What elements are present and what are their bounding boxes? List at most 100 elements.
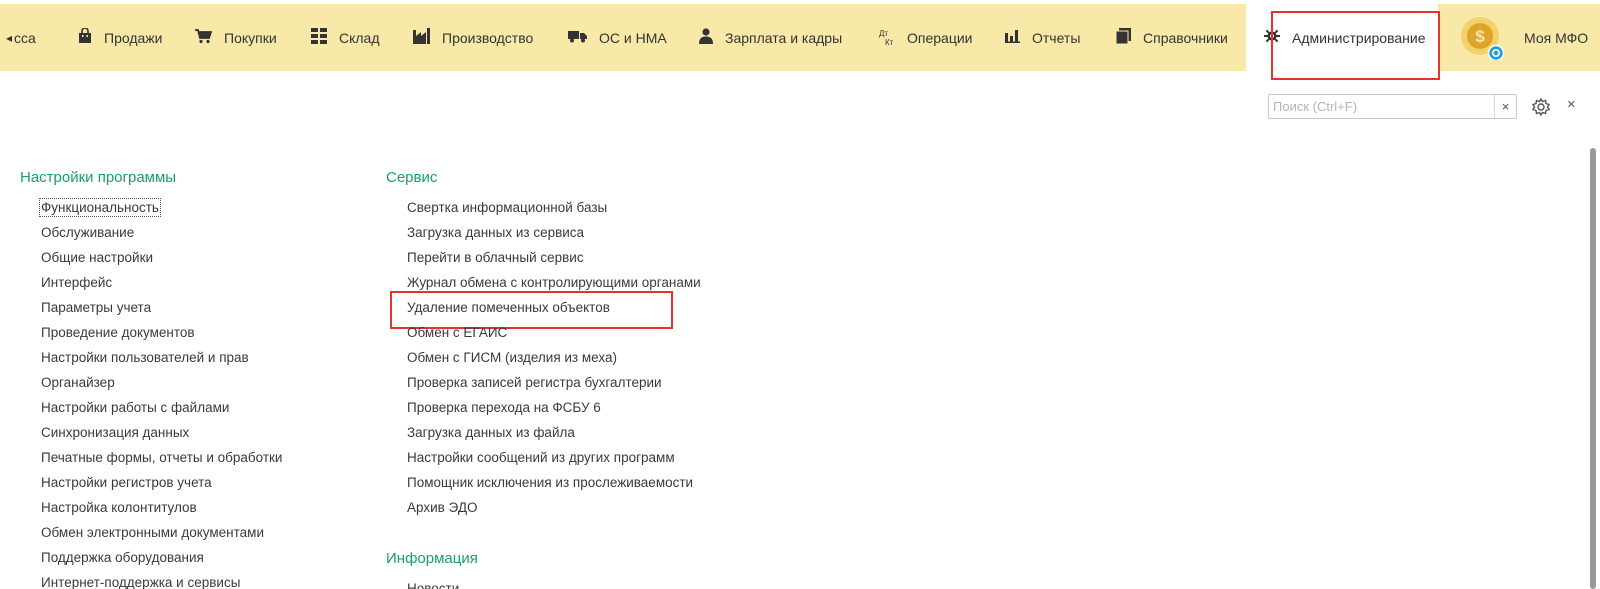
menu-link[interactable]: Перейти в облачный сервис <box>407 249 701 274</box>
person-icon <box>699 28 713 47</box>
menu-link-label: Свертка информационной базы <box>407 200 608 215</box>
menu-link[interactable]: Функциональность <box>39 198 282 224</box>
nav-item-my-mfo[interactable]: $ Моя МФО <box>1460 4 1588 71</box>
nav-item-operations[interactable]: Дт Кт Операции <box>879 4 973 71</box>
menu-link[interactable]: Параметры учета <box>41 299 282 324</box>
menu-link[interactable]: Интерфейс <box>41 274 282 299</box>
menu-link-label: Настройка колонтитулов <box>41 500 197 515</box>
section-title-settings: Настройки программы <box>20 169 177 186</box>
gear-icon <box>1264 28 1280 47</box>
menu-link-label: Проверка записей регистра бухгалтерии <box>407 375 662 390</box>
truck-icon <box>568 29 587 46</box>
close-button[interactable]: × <box>1567 96 1576 113</box>
menu-link-label: Обмен с ГИСМ (изделия из меха) <box>407 350 617 365</box>
vertical-scrollbar[interactable] <box>1590 148 1596 589</box>
menu-link-label: Удаление помеченных объектов <box>407 300 610 315</box>
menu-link[interactable]: Журнал обмена с контролирующими органами <box>407 274 701 299</box>
nav-item-reports[interactable]: Отчеты <box>1005 4 1080 71</box>
nav-item-label: Продажи <box>104 29 163 46</box>
nav-item-label: Производство <box>442 29 534 46</box>
menu-link-label: Архив ЭДО <box>407 500 478 515</box>
nav-item-cash-label[interactable]: ссa <box>14 30 36 46</box>
menu-link[interactable]: Обмен с ГИСМ (изделия из меха) <box>407 349 701 374</box>
menu-link-label: Интернет-поддержка и сервисы <box>41 575 241 589</box>
menu-link-label: Поддержка оборудования <box>41 550 204 565</box>
coin-settings-icon: $ <box>1460 16 1505 61</box>
nav-item-label: Администрирование <box>1292 29 1426 46</box>
menu-link[interactable]: Настройка колонтитулов <box>41 499 282 524</box>
menu-link-label: Функциональность <box>39 198 161 217</box>
menu-link[interactable]: Обмен с ЕГАИС <box>407 324 701 349</box>
nav-item-label: ОС и НМА <box>599 29 667 46</box>
nav-item-label: Операции <box>907 29 973 46</box>
menu-link[interactable]: Проверка перехода на ФСБУ 6 <box>407 399 701 424</box>
svg-text:$: $ <box>1475 27 1485 46</box>
clear-search-button[interactable]: × <box>1494 95 1516 118</box>
menu-link-label: Печатные формы, отчеты и обработки <box>41 450 283 465</box>
menu-link-label: Органайзер <box>41 375 115 390</box>
menu-link-label: Настройки пользователей и прав <box>41 350 249 365</box>
search-field[interactable]: × <box>1268 94 1517 119</box>
menu-link[interactable]: Обслуживание <box>41 224 282 249</box>
shopping-bag-icon <box>78 27 92 47</box>
menu-link[interactable]: Проведение документов <box>41 324 282 349</box>
menu-link-label: Новости <box>407 581 460 589</box>
menu-link[interactable]: Архив ЭДО <box>407 499 701 524</box>
menu-link-label: Настройки регистров учета <box>41 475 212 490</box>
menu-link-label: Загрузка данных из сервиса <box>407 225 585 240</box>
nav-item-label: Зарплата и кадры <box>725 29 843 46</box>
menu-link-label: Помощник исключения из прослеживаемости <box>407 475 694 490</box>
menu-link-label: Проверка перехода на ФСБУ 6 <box>407 400 601 415</box>
menu-link[interactable]: Новости <box>407 580 459 589</box>
menu-link-label: Настройки сообщений из других программ <box>407 450 675 465</box>
info-link-list: Новости <box>407 580 459 589</box>
menu-link[interactable]: Загрузка данных из сервиса <box>407 224 701 249</box>
bar-chart-icon <box>1005 29 1020 46</box>
nav-item-label: Покупки <box>224 29 277 46</box>
search-input[interactable] <box>1271 96 1492 117</box>
menu-link-label: Синхронизация данных <box>41 425 190 440</box>
menu-link-label: Общие настройки <box>41 250 154 265</box>
menu-link-label: Проведение документов <box>41 325 195 340</box>
chevron-left-icon: ◂ <box>6 30 13 45</box>
scroll-left-button[interactable]: ◂ ссa <box>6 4 36 71</box>
factory-icon <box>413 28 430 47</box>
menu-link[interactable]: Настройки регистров учета <box>41 474 282 499</box>
menu-link-label: Обмен с ЕГАИС <box>407 325 508 340</box>
nav-item-purchases[interactable]: Покупки <box>194 4 277 71</box>
menu-link-label: Интерфейс <box>41 275 113 290</box>
menu-link[interactable]: Настройки работы с файлами <box>41 399 282 424</box>
menu-link-label: Обслуживание <box>41 225 135 240</box>
nav-item-label: Моя МФО <box>1524 29 1589 46</box>
close-icon: × <box>1501 99 1510 114</box>
gear-icon <box>1531 97 1551 117</box>
menu-link[interactable]: Загрузка данных из файла <box>407 424 701 449</box>
nav-item-sales[interactable]: Продажи <box>78 4 162 71</box>
nav-item-label: Склад <box>339 29 380 46</box>
settings-button[interactable] <box>1531 97 1551 117</box>
menu-link[interactable]: Синхронизация данных <box>41 424 282 449</box>
menu-link[interactable]: Удаление помеченных объектов <box>407 299 701 324</box>
menu-link[interactable]: Свертка информационной базы <box>407 199 701 224</box>
menu-link[interactable]: Обмен электронными документами <box>41 524 282 549</box>
menu-link[interactable]: Настройки пользователей и прав <box>41 349 282 374</box>
menu-link-label: Настройки работы с файлами <box>41 400 230 415</box>
menu-link[interactable]: Печатные формы, отчеты и обработки <box>41 449 282 474</box>
menu-link[interactable]: Органайзер <box>41 374 282 399</box>
nav-item-administration[interactable]: Администрирование <box>1246 4 1438 71</box>
menu-link[interactable]: Помощник исключения из прослеживаемости <box>407 474 701 499</box>
service-link-list: Свертка информационной базы Загрузка данн… <box>407 199 701 524</box>
menu-link[interactable]: Проверка записей регистра бухгалтерии <box>407 374 701 399</box>
books-icon <box>1115 28 1131 47</box>
menu-link[interactable]: Интернет-поддержка и сервисы <box>41 574 282 589</box>
nav-item-fixed-assets[interactable]: ОС и НМА <box>568 4 667 71</box>
nav-item-warehouse[interactable]: Склад <box>311 4 380 71</box>
nav-item-production[interactable]: Производство <box>413 4 533 71</box>
nav-item-references[interactable]: Справочники <box>1115 4 1228 71</box>
nav-item-payroll[interactable]: Зарплата и кадры <box>699 4 842 71</box>
menu-link[interactable]: Поддержка оборудования <box>41 549 282 574</box>
menu-link[interactable]: Настройки сообщений из других программ <box>407 449 701 474</box>
menu-link-label: Обмен электронными документами <box>41 525 265 540</box>
menu-link-label: Журнал обмена с контролирующими органами <box>407 275 701 290</box>
menu-link[interactable]: Общие настройки <box>41 249 282 274</box>
